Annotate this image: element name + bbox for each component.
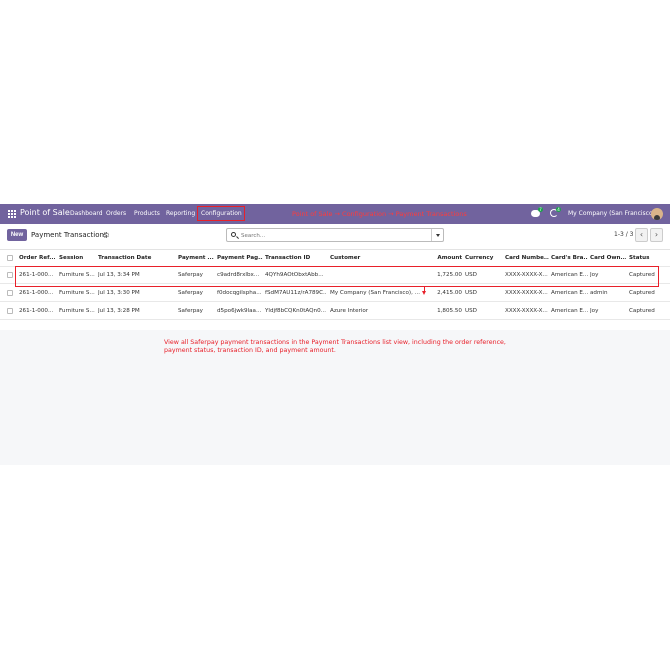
chat-badge: 7 [538,207,543,212]
cell-payment-method: Saferpay [178,290,203,296]
new-button[interactable]: New [7,229,27,241]
pager-next-button[interactable]: › [650,228,663,242]
search-input[interactable] [241,231,421,240]
cell-card-owner: Joy [590,308,599,314]
company-switcher[interactable]: My Company (San Francisco) [568,210,655,217]
cell-payment-page: d5po6jwk9laa... [217,308,262,314]
search-box[interactable] [226,228,444,242]
column-header-payment-page[interactable]: Payment Pag... [217,255,263,261]
transactions-list: Order Ref... Session Transaction Date Pa… [0,250,670,330]
odoo-screen: Point of Sale Dashboard Orders Products … [0,204,670,465]
menu-reporting[interactable]: Reporting [166,210,195,217]
search-icon [231,232,236,237]
column-header-customer[interactable]: Customer [330,255,420,261]
column-header-card-number[interactable]: Card Numbe... [505,255,549,261]
column-header-order-ref[interactable]: Order Ref... [19,255,55,261]
menu-dashboard[interactable]: Dashboard [70,210,103,217]
menu-orders[interactable]: Orders [106,210,126,217]
column-header-transaction-id[interactable]: Transaction ID [265,255,327,261]
cell-payment-method: Saferpay [178,308,203,314]
cell-status: Captured [629,308,655,314]
cell-order-ref: 261-1-000... [19,290,54,296]
cell-currency: USD [465,308,477,314]
cell-card-brand: American E... [551,308,588,314]
first-row-highlight [15,266,659,287]
cell-order-ref: 261-1-000... [19,308,54,314]
cell-payment-page: f0docqgilsphа... [217,290,262,296]
row-checkbox[interactable] [7,308,13,314]
cell-session: Furniture S... [59,308,95,314]
cell-amount: 1,805.50 [437,308,462,314]
table-row[interactable]: 261-1-000... Furniture S... Jul 13, 3:30… [0,285,670,302]
app-name[interactable]: Point of Sale [20,208,70,217]
pager-previous-button[interactable]: ‹ [635,228,648,242]
column-header-amount[interactable]: Amount [422,255,462,261]
column-header-status[interactable]: Status [629,255,667,261]
cell-amount: 2,415.00 [437,290,462,296]
row-checkbox[interactable] [7,290,13,296]
cell-card-owner: admin [590,290,608,296]
cell-card-brand: American E... [551,290,588,296]
cell-transaction-date: Jul 13, 3:30 PM [98,290,140,296]
cell-session: Furniture S... [59,290,95,296]
column-header-card-brand[interactable]: Card's Bra... [551,255,588,261]
cell-customer: Azure Interior [330,308,369,314]
row-checkbox[interactable] [7,272,13,278]
column-header-payment-method[interactable]: Payment ... [178,255,215,261]
top-navbar: Point of Sale Dashboard Orders Products … [0,204,670,224]
cell-customer: My Company (San Francisco), ... [330,290,420,296]
column-header-currency[interactable]: Currency [465,255,503,261]
annotation-caption: View all Saferpay payment transactions i… [164,339,506,354]
cell-transaction-date: Jul 13, 3:28 PM [98,308,140,314]
table-row[interactable]: 261-1-000... Furniture S... Jul 13, 3:28… [0,303,670,320]
annotation-arrow-head [421,291,426,295]
configuration-highlight [197,206,245,221]
cell-card-number: XXXX-XXXX-X... [505,308,548,314]
menu-products[interactable]: Products [134,210,160,217]
cell-status: Captured [629,290,655,296]
cell-transaction-id: fSdM7AU11z/rA789C... [265,290,327,296]
table-header: Order Ref... Session Transaction Date Pa… [0,250,670,267]
activity-badge: 4 [556,207,561,212]
breadcrumb: Payment Transactions [31,231,108,239]
navigation-annotation: Point of Sale → Configuration → Payment … [292,210,467,218]
column-header-session[interactable]: Session [59,255,95,261]
apps-menu-icon[interactable] [8,210,16,218]
select-all-checkbox[interactable] [7,255,13,261]
column-header-transaction-date[interactable]: Transaction Date [98,255,176,261]
column-header-card-owner[interactable]: Card Own... [590,255,626,261]
search-options-toggle[interactable] [431,229,443,241]
cell-card-number: XXXX-XXXX-X... [505,290,548,296]
cell-currency: USD [465,290,477,296]
cell-transaction-id: Yldjf8bCQKn0tAQn0... [265,308,326,314]
pager-value[interactable]: 1-3 / 3 [614,231,633,238]
user-avatar[interactable] [651,208,663,220]
gear-icon[interactable] [103,232,109,238]
